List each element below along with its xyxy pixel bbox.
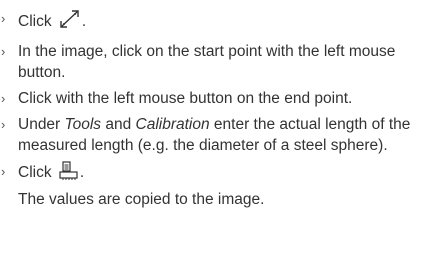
calibration-menu-reference: Calibration	[135, 116, 210, 133]
bullet-marker: ›	[1, 44, 6, 59]
step-text: In the image, click on the start point w…	[18, 43, 396, 81]
step-click-start-point: › In the image, click on the start point…	[0, 41, 432, 83]
result-text: The values are copied to the image.	[18, 191, 265, 208]
measure-line-icon	[58, 8, 82, 36]
tools-menu-reference: Tools	[64, 116, 102, 133]
step-suffix: .	[81, 13, 87, 30]
step-click-measure: › Click .	[0, 8, 432, 36]
step-mid: and	[101, 116, 136, 133]
bullet-marker: ›	[1, 164, 6, 179]
instruction-document: › Click . › In the image, click on the s…	[0, 0, 438, 210]
step-click-copy: › Click .	[0, 161, 432, 187]
bullet-marker: ›	[1, 117, 6, 132]
step-text: Click	[18, 164, 52, 181]
step-suffix: .	[79, 164, 85, 181]
step-text: Click with the left mouse button on the …	[18, 90, 353, 107]
bullet-marker: ›	[1, 11, 6, 26]
copy-values-icon	[58, 161, 80, 187]
bullet-marker: ›	[1, 91, 6, 106]
step-text: Click	[18, 13, 52, 30]
step-enter-calibration: › Under Tools and Calibration enter the …	[0, 114, 432, 156]
step-click-end-point: › Click with the left mouse button on th…	[0, 88, 432, 109]
step-prefix: Under	[18, 116, 65, 133]
